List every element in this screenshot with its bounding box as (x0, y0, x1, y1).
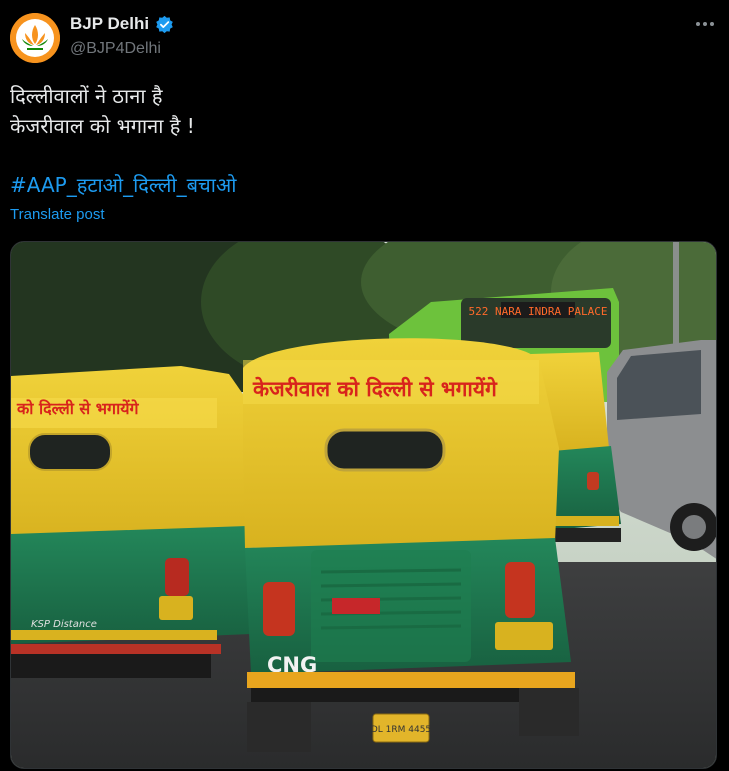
center-auto-number-plate: DL 1RM 4455 (371, 725, 431, 735)
bus-destination-display: 522 NARA INDRA PALACE (468, 305, 607, 318)
post-photo[interactable]: 522 NARA INDRA PALACE को दिल्ली से भगाये… (10, 241, 717, 769)
auto-rickshaw-photo: 522 NARA INDRA PALACE को दिल्ली से भगाये… (11, 242, 716, 768)
more-options-icon[interactable] (693, 14, 717, 34)
post-text-line-1: दिल्लीवालों ने ठाना है (10, 84, 163, 108)
center-auto-slogan: केजरीवाल को दिल्ली से भगायेंगे (252, 376, 498, 401)
lotus-logo-icon (10, 13, 60, 63)
avatar[interactable] (10, 13, 60, 63)
hashtag-link[interactable]: #AAP_हटाओ_दिल्ली_बचाओ (10, 171, 236, 199)
left-auto-rickshaw: को दिल्ली से भगायेंगे KSP Distance (11, 366, 251, 678)
account-handle[interactable]: @BJP4Delhi (70, 40, 161, 58)
display-name[interactable]: BJP Delhi (70, 14, 149, 34)
left-auto-rear-text: KSP Distance (31, 619, 97, 630)
center-auto-rickshaw: केजरीवाल को दिल्ली से भगायेंगे CNG DL 1R… (243, 338, 579, 752)
verified-badge-icon (156, 15, 173, 33)
left-auto-slogan: को दिल्ली से भगायेंगे (16, 399, 139, 418)
post-text-line-2: केजरीवाल को भगाना है ! (10, 114, 195, 138)
translate-post-link[interactable]: Translate post (10, 206, 105, 223)
author-name-row: BJP Delhi (70, 14, 174, 34)
